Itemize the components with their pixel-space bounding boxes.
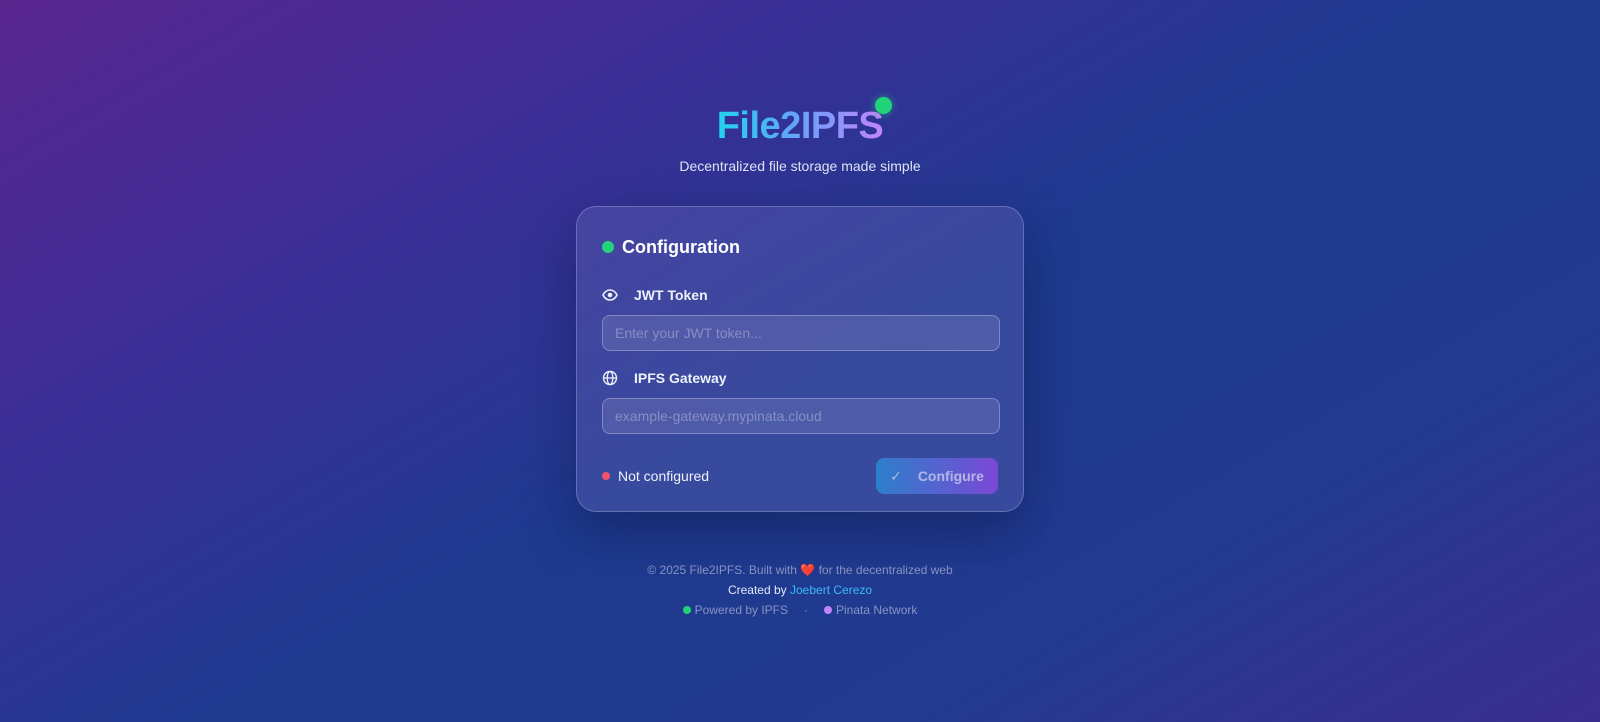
globe-icon xyxy=(602,370,618,386)
created-by-text: Created by xyxy=(727,583,787,597)
configure-button-label: Configure xyxy=(917,468,984,484)
gateway-label-text: IPFS Gateway xyxy=(634,370,727,386)
ipfs-gateway-input[interactable] xyxy=(602,398,1000,434)
copyright-prefix: © 2025 File2IPFS. Built with xyxy=(647,563,797,577)
app-header: File2IPFS Decentralized file storage mad… xyxy=(0,97,1600,174)
logo-container: File2IPFS xyxy=(716,97,893,152)
configuration-card: Configuration JWT Token IPFS Gateway Not… xyxy=(576,206,1024,512)
author-link[interactable]: Joebert Cerezo xyxy=(790,583,872,597)
check-icon: ✓ xyxy=(890,467,902,484)
copyright-line: © 2025 File2IPFS. Built with ❤️ for the … xyxy=(0,560,1600,580)
gateway-label: IPFS Gateway xyxy=(602,368,998,388)
ipfs-dot-icon xyxy=(682,606,691,614)
card-header: Configuration xyxy=(602,236,998,258)
separator: · xyxy=(804,603,808,617)
eye-icon[interactable] xyxy=(602,287,618,303)
status-dot-icon xyxy=(602,472,610,480)
powered-by-ipfs: Powered by IPFS xyxy=(694,603,788,617)
copyright-suffix: for the decentralized web xyxy=(818,563,953,577)
app-tagline: Decentralized file storage made simple xyxy=(679,158,921,174)
page-footer: © 2025 File2IPFS. Built with ❤️ for the … xyxy=(0,560,1600,620)
logo-status-dot xyxy=(875,97,893,114)
jwt-label: JWT Token xyxy=(602,285,998,305)
card-title: Configuration xyxy=(622,236,740,257)
app-logo: File2IPFS xyxy=(716,105,884,147)
powered-by-line: Powered by IPFS · Pinata Network xyxy=(0,600,1600,620)
status-text: Not configured xyxy=(618,468,710,484)
card-footer: Not configured ✓ Configure xyxy=(602,458,998,494)
active-indicator-dot xyxy=(602,241,614,253)
config-status: Not configured xyxy=(602,468,709,484)
pinata-dot-icon xyxy=(824,606,832,614)
jwt-token-input[interactable] xyxy=(602,315,1000,351)
pinata-network: Pinata Network xyxy=(836,603,918,617)
jwt-label-text: JWT Token xyxy=(634,287,708,303)
configure-button[interactable]: ✓ Configure xyxy=(876,458,998,494)
credits-line: Created by Joebert Cerezo xyxy=(0,580,1600,600)
heart-icon: ❤️ xyxy=(800,563,816,577)
